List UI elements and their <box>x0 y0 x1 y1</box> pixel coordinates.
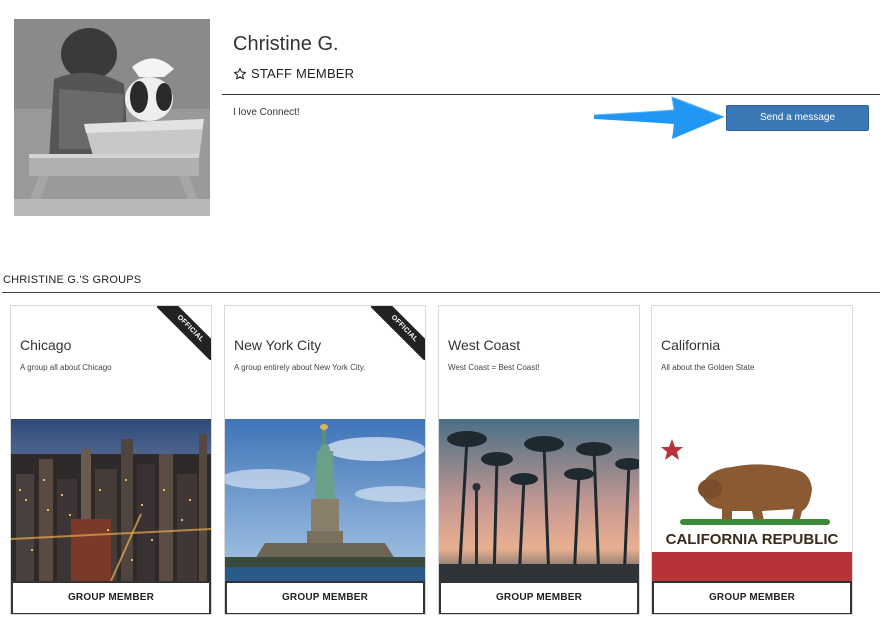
group-card-west-coast[interactable]: West Coast West Coast = Best Coast! GROU… <box>438 305 640 615</box>
official-badge: OFFICIAL <box>371 306 425 360</box>
profile-role: STAFF MEMBER <box>233 66 354 81</box>
group-card-chicago[interactable]: OFFICIAL Chicago A group all about Chica… <box>10 305 212 615</box>
group-member-button[interactable]: GROUP MEMBER <box>439 581 639 614</box>
group-description: All about the Golden State <box>661 363 755 372</box>
official-ribbon: OFFICIAL <box>371 306 425 360</box>
group-member-button[interactable]: GROUP MEMBER <box>11 581 211 614</box>
group-member-button[interactable]: GROUP MEMBER <box>652 581 852 614</box>
send-message-button[interactable]: Send a message <box>726 105 869 131</box>
group-title[interactable]: New York City <box>234 337 321 353</box>
profile-name: Christine G. <box>233 33 339 55</box>
arrow-right-icon <box>593 96 725 139</box>
group-description: A group all about Chicago <box>20 363 112 372</box>
group-card-new-york-city[interactable]: OFFICIAL New York City A group entirely … <box>224 305 426 615</box>
group-title[interactable]: Chicago <box>20 337 71 353</box>
group-description: A group entirely about New York City. <box>234 363 366 372</box>
group-title[interactable]: West Coast <box>448 337 520 353</box>
group-image-chicago[interactable] <box>11 419 211 581</box>
group-title[interactable]: California <box>661 337 720 353</box>
group-image-california[interactable]: CALIFORNIA REPUBLIC <box>652 419 852 581</box>
group-image-new-york-city[interactable] <box>225 419 425 581</box>
group-card-california[interactable]: California All about the Golden State CA… <box>651 305 853 615</box>
role-label: STAFF MEMBER <box>251 66 355 81</box>
official-badge: OFFICIAL <box>157 306 211 360</box>
profile-photo <box>14 19 210 216</box>
groups-heading: CHRISTINE G.'S GROUPS <box>3 274 142 286</box>
groups-divider <box>2 292 880 293</box>
group-member-button[interactable]: GROUP MEMBER <box>225 581 425 614</box>
profile-bio: I love Connect! <box>233 107 300 118</box>
profile-divider <box>222 94 880 95</box>
group-image-west-coast[interactable] <box>439 419 639 581</box>
official-ribbon: OFFICIAL <box>157 306 211 360</box>
star-icon <box>233 67 247 79</box>
group-description: West Coast = Best Coast! <box>448 363 540 372</box>
flag-caption: CALIFORNIA REPUBLIC <box>666 531 839 548</box>
